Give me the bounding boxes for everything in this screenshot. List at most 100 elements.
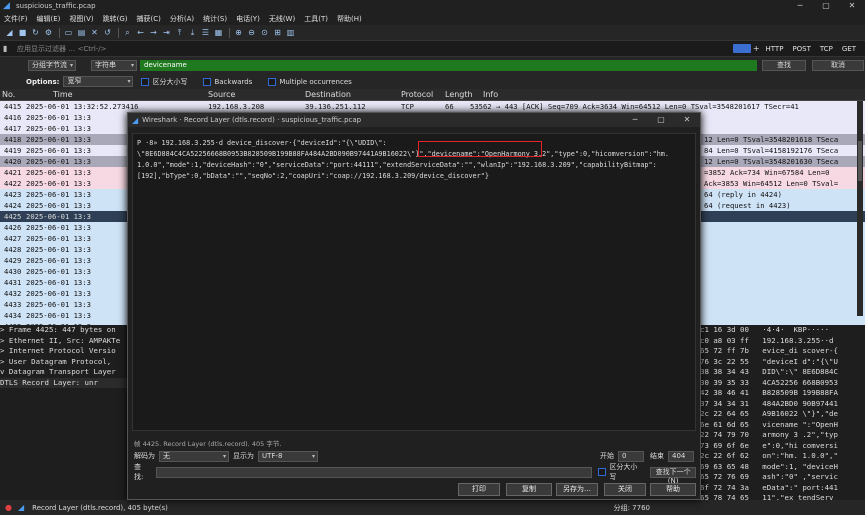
open-file-icon[interactable]: ▭ <box>63 27 74 38</box>
restart-capture-icon[interactable]: ↻ <box>30 27 41 38</box>
detail-ethernet[interactable]: > Ethernet II, Src: AMPAKTe <box>0 336 128 347</box>
packet-cell-time: 2025-06-01 13:3 <box>26 157 91 166</box>
dialog-close-action-button[interactable]: 关闭 <box>604 483 646 496</box>
menu-go[interactable]: 跳转(G) <box>103 14 128 24</box>
bytes-row: 6e 61 6d 65 vicename ":"OpenH <box>700 419 838 429</box>
menu-tools[interactable]: 工具(T) <box>304 14 328 24</box>
packet-list-scrollbar[interactable] <box>857 101 863 316</box>
filter-button-tcp[interactable]: TCP <box>820 45 833 53</box>
show-as-select[interactable]: UTF-8 <box>258 450 318 462</box>
copy-button[interactable]: 复制 <box>506 483 552 496</box>
first-packet-icon[interactable]: ⤒ <box>174 27 185 38</box>
packet-cell-len: 66 <box>445 102 454 111</box>
zoom-in-icon[interactable]: ⊕ <box>233 27 244 38</box>
packet-row[interactable]: 4415 2025-06-01 13:32:52.273416 192.168.3.… <box>0 101 865 112</box>
bytes-row: c0 a8 03 ff 192.168.3.255··d <box>700 335 834 345</box>
decode-as-label: 解码为 <box>134 452 155 460</box>
column-header-protocol[interactable]: Protocol <box>401 90 433 99</box>
detail-dtls[interactable]: v Datagram Transport Layer <box>0 367 128 378</box>
start-spinbox[interactable]: 0 <box>618 450 644 462</box>
menu-edit[interactable]: 编辑(E) <box>37 14 61 24</box>
multiple-occurrences-checkbox[interactable] <box>268 77 277 86</box>
last-packet-icon[interactable]: ⤓ <box>187 27 198 38</box>
bookmark-icon[interactable]: ▮ <box>3 44 13 54</box>
record-content-text[interactable]: P ·8» 192.168.3.255·d device_discover·{"… <box>132 133 696 431</box>
find-button[interactable]: 查找 <box>762 60 806 71</box>
packet-cell-no: 4434 <box>4 311 22 320</box>
capture-options-icon[interactable]: ⚙ <box>43 27 54 38</box>
close-button[interactable]: ✕ <box>839 0 865 12</box>
charset-select[interactable]: 宽窄 <box>63 76 134 87</box>
autoscroll-icon[interactable]: ☰ <box>200 27 211 38</box>
detail-frame[interactable]: > Frame 4425: 447 bytes on <box>0 325 128 336</box>
bytes-row: 22 74 79 70 armony 3 .2","typ <box>700 430 838 439</box>
close-file-icon[interactable]: ✕ <box>89 27 100 38</box>
end-spinbox[interactable]: 404 <box>668 450 694 462</box>
detail-ip[interactable]: > Internet Protocol Versio <box>0 346 128 357</box>
menu-view[interactable]: 视图(V) <box>69 14 93 24</box>
filter-button-post[interactable]: POST <box>792 45 810 53</box>
zoom-out-icon[interactable]: ⊖ <box>246 27 257 38</box>
column-header-destination[interactable]: Destination <box>305 90 351 99</box>
column-header-length[interactable]: Length <box>445 90 473 99</box>
column-header-source[interactable]: Source <box>208 90 235 99</box>
menu-help[interactable]: 帮助(H) <box>337 14 362 24</box>
maximize-button[interactable]: ▢ <box>813 0 839 12</box>
packet-cell-no: 4428 <box>4 245 22 254</box>
menu-wireless[interactable]: 无线(W) <box>269 14 295 24</box>
go-to-packet-icon[interactable]: ⇥ <box>161 27 172 38</box>
search-type-select[interactable]: 字符串 <box>91 60 137 71</box>
dialog-decode-row: 解码为 无 显示为 UTF-8 开始 0 结束 404 <box>134 450 696 462</box>
display-filter-input[interactable]: 应用显示过滤器 … <Ctrl-/> <box>17 44 733 54</box>
find-packet-icon[interactable]: ⌕ <box>122 27 133 38</box>
print-button[interactable]: 打印 <box>458 483 500 496</box>
backwards-checkbox[interactable] <box>203 77 212 86</box>
go-forward-icon[interactable]: → <box>148 27 159 38</box>
find-next-button[interactable]: 查找下一个(N) <box>650 466 696 485</box>
cancel-find-button[interactable]: 取消 <box>812 60 864 71</box>
save-as-button[interactable]: 另存为… <box>556 483 598 496</box>
packet-cell-no: 4429 <box>4 256 22 265</box>
menu-analyze[interactable]: 分析(A) <box>170 14 194 24</box>
status-ready-icon[interactable]: ● <box>5 503 12 512</box>
dialog-help-button[interactable]: 帮助 <box>650 483 696 496</box>
colorize-icon[interactable]: ▦ <box>213 27 224 38</box>
case-sensitive-checkbox[interactable] <box>141 77 150 86</box>
search-scope-select[interactable]: 分组字节流 <box>28 60 76 71</box>
column-header-info[interactable]: Info <box>483 90 498 99</box>
dialog-find-input[interactable] <box>156 466 593 478</box>
packet-cell-info: =3852 Ack=734 Win=67584 Len=0 <box>704 168 830 177</box>
end-label: 结束 <box>650 452 664 460</box>
add-filter-button[interactable]: + <box>753 44 760 53</box>
zoom-reset-icon[interactable]: ⊙ <box>259 27 270 38</box>
minimize-button[interactable]: ─ <box>787 0 813 12</box>
expert-info-icon[interactable]: ◢ <box>18 503 24 512</box>
layout-icon[interactable]: ▥ <box>285 27 296 38</box>
packet-cell-time: 2025-06-01 13:3 <box>26 168 91 177</box>
decode-as-select[interactable]: 无 <box>159 450 229 462</box>
detail-dtls-record[interactable]: DTLS Record Layer: unr <box>0 377 128 388</box>
dialog-maximize-button[interactable]: ▢ <box>648 113 674 127</box>
apply-filter-button[interactable] <box>732 44 751 53</box>
dialog-minimize-button[interactable]: ─ <box>622 113 648 127</box>
dialog-close-button[interactable]: ✕ <box>674 113 700 127</box>
resize-columns-icon[interactable]: ⊞ <box>272 27 283 38</box>
go-back-icon[interactable]: ← <box>135 27 146 38</box>
reload-icon[interactable]: ↺ <box>102 27 113 38</box>
packet-cell-no: 4415 <box>4 102 22 111</box>
packet-cell-time: 2025-06-01 13:3 <box>26 256 91 265</box>
filter-button-get[interactable]: GET <box>842 45 856 53</box>
column-header-no[interactable]: No. <box>2 90 15 99</box>
save-file-icon[interactable]: ▤ <box>76 27 87 38</box>
filter-button-http[interactable]: HTTP <box>766 45 784 53</box>
detail-udp[interactable]: > User Datagram Protocol, <box>0 357 128 368</box>
menu-capture[interactable]: 捕获(C) <box>137 14 161 24</box>
dialog-case-checkbox[interactable] <box>598 468 607 476</box>
column-header-time[interactable]: Time <box>53 90 73 99</box>
menu-file[interactable]: 文件(F) <box>4 14 28 24</box>
menu-statistics[interactable]: 统计(S) <box>203 14 227 24</box>
start-capture-icon[interactable]: ◢ <box>4 27 15 38</box>
search-input[interactable]: devicename <box>140 60 757 71</box>
menu-telephony[interactable]: 电话(Y) <box>236 14 260 24</box>
stop-capture-icon[interactable]: ■ <box>17 27 28 38</box>
